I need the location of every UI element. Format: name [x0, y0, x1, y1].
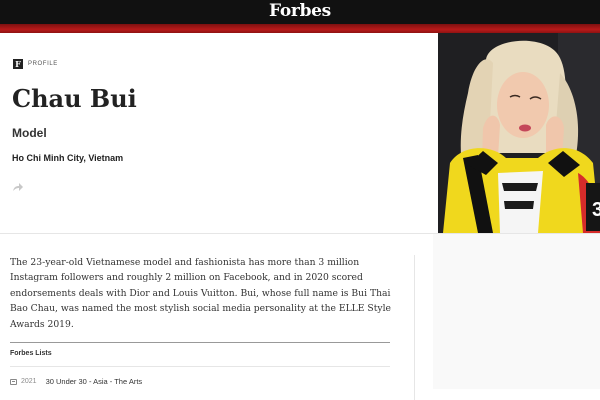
- right-sidebar: [433, 234, 600, 389]
- profile-role: Model: [12, 126, 47, 140]
- share-icon[interactable]: [12, 182, 24, 192]
- forbes-header: Forbes: [0, 0, 600, 24]
- forbes-logo[interactable]: Forbes: [0, 1, 600, 21]
- profile-header: F PROFILE Chau Bui Model Ho Chi Minh Cit…: [0, 33, 438, 233]
- profile-photo: 3: [438, 33, 600, 233]
- column-divider: [414, 255, 415, 400]
- profile-badge: F PROFILE: [13, 59, 58, 69]
- list-item[interactable]: 2021 30 Under 30 - Asia - The Arts: [10, 377, 142, 386]
- profile-location: Ho Chi Minh City, Vietnam: [12, 153, 124, 163]
- list-item-label[interactable]: 30 Under 30 - Asia - The Arts: [46, 377, 143, 386]
- profile-bio: The 23-year-old Vietnamese model and fas…: [10, 257, 391, 330]
- list-item-year: 2021: [21, 378, 37, 385]
- lists-top-rule: [10, 342, 390, 343]
- forbes-f-icon: F: [13, 59, 23, 69]
- profile-name: Chau Bui: [12, 84, 137, 113]
- list-calendar-icon: [10, 378, 17, 385]
- forbes-lists-title: Forbes Lists: [10, 350, 52, 357]
- header-accent-bar: [0, 24, 600, 33]
- lists-divider: [10, 366, 390, 367]
- profile-label: PROFILE: [28, 61, 58, 67]
- photo-overlay-number: 3: [592, 199, 600, 221]
